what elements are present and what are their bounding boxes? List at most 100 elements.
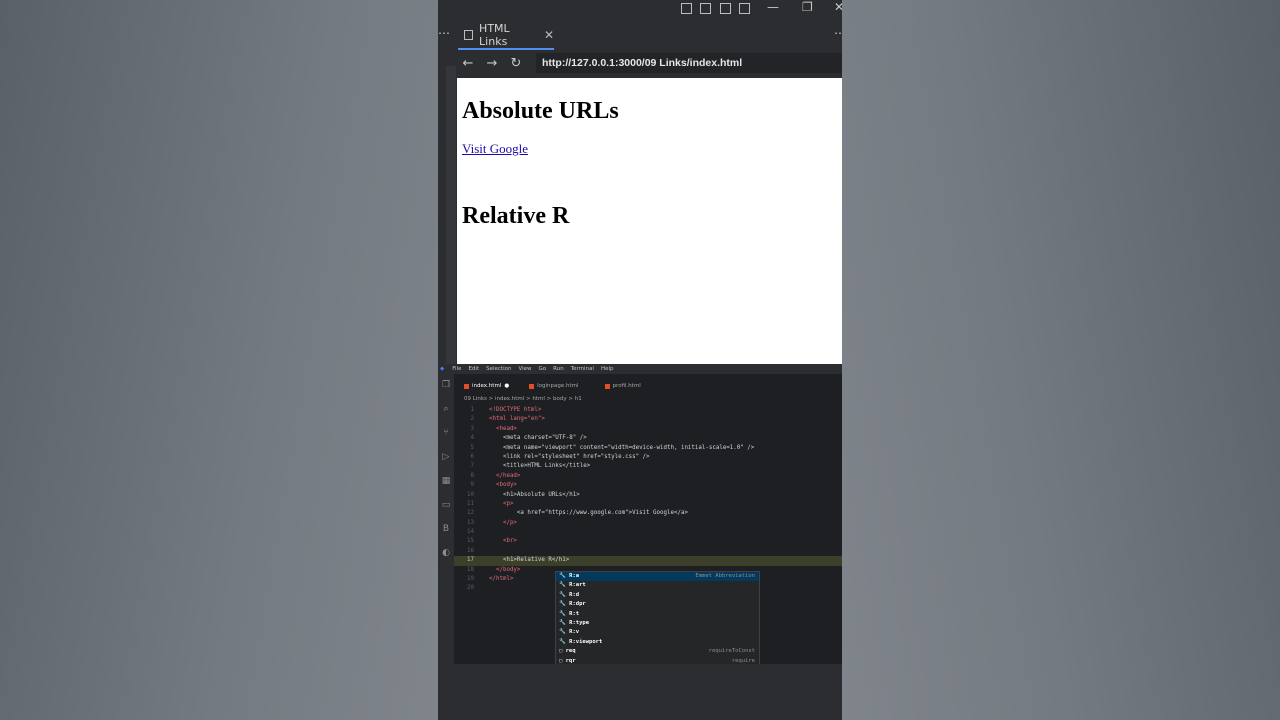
emmet-wrench-icon: 🔧: [559, 610, 566, 617]
suggestion-item[interactable]: ▢ req requireToConst: [556, 647, 759, 656]
menu-help[interactable]: Help: [601, 366, 614, 372]
code-area[interactable]: 1 <!DOCTYPE html> 2 <html lang="en"> 3 <he…: [454, 406, 842, 594]
line-number: 8: [470, 472, 475, 479]
suggestion-item[interactable]: 🔧 R:v: [556, 628, 759, 637]
suggestion-item[interactable]: 🔧 R:dpr: [556, 600, 759, 609]
bookmark-icon[interactable]: B: [441, 524, 451, 534]
code-line: 6 <link rel="stylesheet" href="style.css…: [454, 453, 842, 462]
live-share-icon[interactable]: ◐: [441, 548, 451, 558]
line-number: 5: [470, 444, 475, 451]
line-number: 7: [470, 463, 475, 470]
extensions-icon[interactable]: ▦: [441, 476, 451, 486]
code-text: <h1>Relative R</h1>: [489, 557, 570, 564]
tab-more-icon[interactable]: ⋯: [834, 26, 842, 40]
snippet-icon: ▢: [559, 648, 563, 655]
code-text: <title>HTML Links</title>: [489, 463, 591, 470]
menu-view[interactable]: View: [518, 366, 531, 372]
emmet-wrench-icon: 🔧: [559, 638, 566, 645]
line-number: 15: [467, 538, 474, 545]
web-page-preview: Absolute URLs Visit Google Relative R: [457, 78, 842, 364]
tab-close-icon[interactable]: ✕: [544, 28, 554, 42]
line-number: 17: [467, 557, 474, 564]
suggestion-label: R:d: [569, 591, 580, 598]
toggle-secondary-sidebar-icon[interactable]: [720, 3, 731, 14]
activity-bar: ❐ ⌕ ⑂ ▷ ▦ ▭ B ◐: [438, 374, 454, 664]
run-debug-icon[interactable]: ▷: [441, 452, 451, 462]
code-text: <html lang="en">: [489, 416, 545, 423]
code-text: </body>: [489, 566, 521, 573]
emmet-wrench-icon: 🔧: [559, 582, 566, 589]
menu-edit[interactable]: Edit: [468, 366, 479, 372]
suggestion-item[interactable]: 🔧 R:t: [556, 610, 759, 619]
snippet-icon: ▢: [559, 657, 563, 664]
line-number: 3: [470, 425, 475, 432]
menu-go[interactable]: Go: [539, 366, 547, 372]
code-line: 4 <meta charset="UTF-8" />: [454, 434, 842, 443]
tab-index-html[interactable]: index.html ●: [454, 380, 519, 392]
browser-tab[interactable]: HTML Links ✕: [458, 22, 554, 50]
suggestion-label: R:type: [569, 619, 590, 626]
toggle-sidebar-icon[interactable]: [681, 3, 692, 14]
address-input[interactable]: http://127.0.0.1:3000/09 Links/index.htm…: [536, 53, 842, 73]
back-arrow-icon[interactable]: ←: [456, 56, 480, 71]
close-window-icon[interactable]: ✕: [834, 0, 842, 14]
code-text: </html>: [489, 576, 514, 583]
suggestion-item[interactable]: 🔧 R:art: [556, 581, 759, 590]
code-text: <body>: [489, 482, 517, 489]
code-line: 3 <head>: [454, 425, 842, 434]
suggestion-item[interactable]: 🔧 R:type: [556, 619, 759, 628]
vscode-logo-icon: ◆: [440, 366, 445, 372]
forward-arrow-icon[interactable]: →: [480, 56, 504, 71]
suggestion-label: rqr: [565, 657, 576, 664]
customize-layout-icon[interactable]: [739, 3, 750, 14]
code-text: <meta name="viewport" content="width=dev…: [489, 444, 755, 451]
menu-run[interactable]: Run: [553, 366, 564, 372]
line-number: 12: [467, 510, 474, 517]
suggestion-label: req: [565, 648, 576, 655]
explorer-icon[interactable]: ❐: [441, 380, 451, 390]
more-actions-icon[interactable]: ⋯: [438, 26, 450, 40]
tab-loginpage-html[interactable]: loginpage.html: [519, 380, 588, 392]
suggestion-label: R:art: [569, 582, 586, 589]
minimize-icon[interactable]: —: [767, 0, 779, 14]
code-text: <br>: [489, 538, 517, 545]
code-line: 10 <h1>Absolute URLs</h1>: [454, 491, 842, 500]
tab-profil-html[interactable]: profil.html: [595, 380, 651, 392]
reload-icon[interactable]: ↻: [504, 56, 528, 71]
line-number: 1: [470, 407, 475, 413]
code-line: 7 <title>HTML Links</title>: [454, 462, 842, 471]
code-line: 8 </head>: [454, 472, 842, 481]
suggestion-item[interactable]: 🔧 R:viewport: [556, 638, 759, 647]
suggestion-label: R:dpr: [569, 601, 586, 608]
tab-page-icon: [464, 30, 474, 40]
code-text: </p>: [489, 519, 517, 526]
menu-file[interactable]: File: [452, 366, 461, 372]
suggestion-item[interactable]: 🔧 R:a Emmet Abbreviation: [556, 572, 759, 582]
background-right: [842, 0, 1280, 720]
visit-google-link[interactable]: Visit Google: [462, 141, 528, 157]
restore-icon[interactable]: ❐: [802, 0, 813, 14]
emmet-wrench-icon: 🔧: [559, 573, 566, 579]
breadcrumb[interactable]: 09 Links > index.html > html > body > h1: [464, 396, 582, 402]
toggle-panel-icon[interactable]: [700, 3, 711, 14]
html5-icon: [529, 383, 535, 389]
search-icon[interactable]: ⌕: [441, 404, 451, 414]
menu-terminal[interactable]: Terminal: [571, 366, 594, 372]
emmet-wrench-icon: 🔧: [559, 619, 566, 626]
remote-explorer-icon[interactable]: ▭: [441, 500, 451, 510]
browser-tab-bar: ⋯ HTML Links ✕ ⋯: [438, 22, 842, 50]
suggestion-label: R:t: [569, 610, 580, 617]
line-number: 6: [470, 453, 475, 460]
tab-label: profil.html: [612, 383, 641, 389]
code-text: <h1>Absolute URLs</h1>: [489, 491, 580, 498]
suggestion-label: R:v: [569, 629, 580, 636]
tab-label: index.html: [472, 383, 502, 389]
code-line: 13 </p>: [454, 519, 842, 528]
suggestion-item[interactable]: 🔧 R:d: [556, 591, 759, 600]
source-control-icon[interactable]: ⑂: [441, 428, 451, 438]
suggestion-label: R:a: [569, 573, 580, 579]
code-text: <!DOCTYPE html>: [489, 407, 542, 413]
line-number: 9: [470, 482, 475, 489]
menu-selection[interactable]: Selection: [486, 366, 511, 372]
code-text: </head>: [489, 472, 521, 479]
